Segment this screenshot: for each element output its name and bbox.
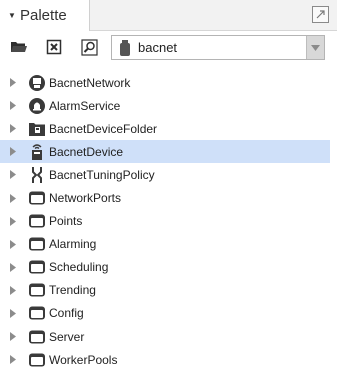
palette-tab[interactable]: ▼ Palette bbox=[0, 0, 90, 31]
tree-item-workerpools[interactable]: WorkerPools bbox=[0, 348, 337, 371]
expand-arrow-icon[interactable] bbox=[0, 124, 26, 134]
folder-icon bbox=[26, 189, 48, 207]
tree-item-label: Points bbox=[49, 214, 83, 229]
tree-item-label: BacnetDeviceFolder bbox=[49, 121, 158, 136]
tree-item-networkports[interactable]: NetworkPorts bbox=[0, 186, 337, 209]
expand-arrow-icon[interactable] bbox=[0, 239, 26, 249]
expand-arrow-icon[interactable] bbox=[0, 78, 26, 88]
expand-arrow-icon[interactable] bbox=[0, 285, 26, 295]
palette-title-bar: ▼ Palette bbox=[0, 0, 337, 31]
tree-item-label: Config bbox=[49, 306, 84, 321]
caret-down-icon[interactable]: ▼ bbox=[0, 11, 20, 20]
tree-item-label: BacnetDevice bbox=[49, 144, 124, 159]
expand-arrow-icon[interactable] bbox=[0, 193, 26, 203]
palette-tree: BacnetNetwork AlarmService BacnetDeviceF… bbox=[0, 71, 337, 371]
tree-item-label: BacnetNetwork bbox=[49, 75, 131, 90]
tree-item-alarmservice[interactable]: AlarmService bbox=[0, 94, 337, 117]
jar-icon bbox=[112, 36, 138, 59]
expand-arrow-icon[interactable] bbox=[0, 308, 26, 318]
folder-icon bbox=[26, 304, 48, 322]
expand-arrow-icon[interactable] bbox=[0, 332, 26, 342]
folder-icon bbox=[26, 328, 48, 346]
folder-icon bbox=[26, 212, 48, 230]
tuning-policy-icon bbox=[26, 166, 48, 184]
tree-item-label: Scheduling bbox=[49, 260, 109, 275]
tree-item-alarming[interactable]: Alarming bbox=[0, 233, 337, 256]
expand-arrow-icon[interactable] bbox=[0, 355, 26, 365]
tree-item-bacnettuningpolicy[interactable]: BacnetTuningPolicy bbox=[0, 163, 337, 186]
expand-arrow-icon[interactable] bbox=[0, 170, 26, 180]
expand-arrow-icon[interactable] bbox=[0, 216, 26, 226]
module-select-value: bacnet bbox=[138, 40, 178, 55]
tree-item-points[interactable]: Points bbox=[0, 210, 337, 233]
tree-item-label: BacnetTuningPolicy bbox=[49, 167, 155, 182]
folder-icon bbox=[26, 235, 48, 253]
find-icon[interactable] bbox=[79, 37, 99, 57]
maximize-icon[interactable] bbox=[312, 6, 329, 23]
tree-item-label: WorkerPools bbox=[49, 352, 118, 367]
tree-item-label: NetworkPorts bbox=[49, 191, 122, 206]
device-icon bbox=[26, 143, 48, 161]
module-select[interactable]: bacnet bbox=[111, 35, 325, 60]
tree-item-config[interactable]: Config bbox=[0, 302, 337, 325]
network-icon bbox=[26, 74, 48, 92]
tree-item-label: Trending bbox=[49, 283, 96, 298]
chevron-down-icon[interactable] bbox=[306, 36, 324, 59]
alarm-bell-icon bbox=[26, 97, 48, 115]
folder-icon bbox=[26, 351, 48, 369]
tree-item-label: AlarmService bbox=[49, 98, 121, 113]
tree-item-server[interactable]: Server bbox=[0, 325, 337, 348]
tree-item-bacnetdevicefolder[interactable]: BacnetDeviceFolder bbox=[0, 117, 337, 140]
folder-open-icon[interactable] bbox=[9, 37, 29, 57]
folder-icon bbox=[26, 258, 48, 276]
folder-icon bbox=[26, 281, 48, 299]
palette-title: Palette bbox=[20, 7, 67, 24]
tree-item-label: Alarming bbox=[49, 237, 97, 252]
tree-item-scheduling[interactable]: Scheduling bbox=[0, 256, 337, 279]
expand-arrow-icon[interactable] bbox=[0, 262, 26, 272]
tree-item-bacnetdevice[interactable]: BacnetDevice bbox=[0, 140, 330, 164]
tree-item-trending[interactable]: Trending bbox=[0, 279, 337, 302]
close-box-icon[interactable] bbox=[44, 37, 64, 57]
expand-arrow-icon[interactable] bbox=[0, 101, 26, 111]
device-folder-icon bbox=[26, 120, 48, 138]
tree-item-bacnetnetwork[interactable]: BacnetNetwork bbox=[0, 71, 337, 94]
tree-item-label: Server bbox=[49, 329, 85, 344]
expand-arrow-icon[interactable] bbox=[0, 147, 26, 157]
